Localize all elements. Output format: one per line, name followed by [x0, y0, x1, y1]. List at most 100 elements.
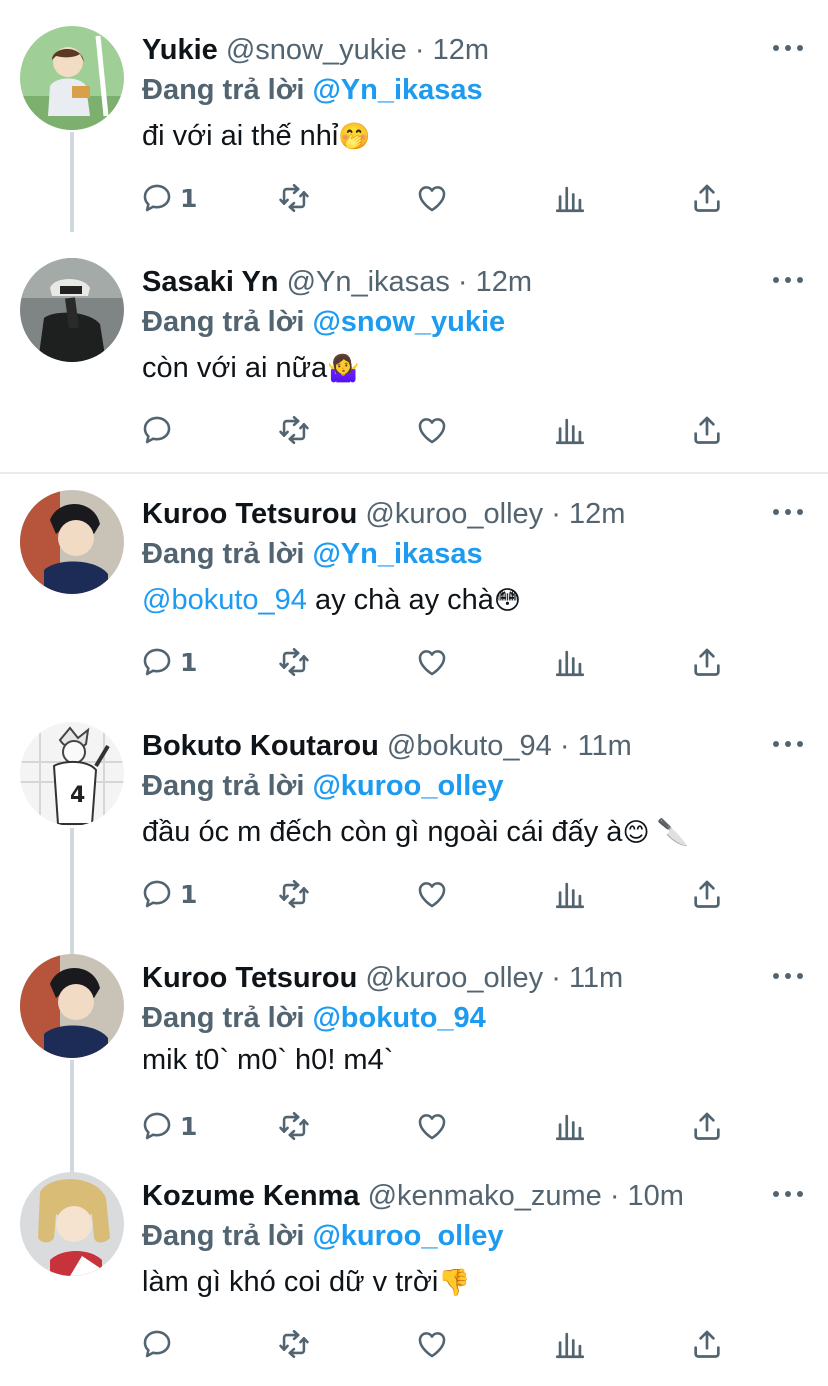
tweet-text: đi với ai thế nhỉ🤭: [142, 114, 371, 158]
tweet[interactable]: Kozume Kenma @kenmako_zume · 10m Đang tr…: [0, 1164, 828, 1384]
user-handle[interactable]: @kenmako_zume: [368, 1180, 602, 1212]
timestamp[interactable]: 12m: [569, 498, 625, 530]
share-icon: [690, 1109, 724, 1143]
tweet-text: đầu óc m đếch còn gì ngoài cái đấy à😊 🔪: [142, 810, 689, 854]
more-options-icon[interactable]: [770, 500, 806, 524]
user-handle[interactable]: @Yn_ikasas: [287, 266, 450, 298]
tweet[interactable]: Sasaki Yn @Yn_ikasas · 12m Đang trả lời …: [0, 250, 828, 470]
reply-button[interactable]: 1: [140, 874, 197, 914]
more-options-icon[interactable]: [770, 268, 806, 292]
reply-to-handle[interactable]: @Yn_ikasas: [312, 538, 482, 570]
retweet-button[interactable]: [277, 410, 311, 450]
avatar[interactable]: [20, 954, 124, 1058]
reply-button[interactable]: [140, 1324, 180, 1364]
tweet[interactable]: Yukie @snow_yukie · 12m Đang trả lời @Yn…: [0, 18, 828, 238]
analytics-button[interactable]: [553, 178, 587, 218]
tweet[interactable]: 4 Bokuto Koutarou @bokuto_94 · 11m Đang …: [0, 714, 828, 934]
share-button[interactable]: [690, 410, 724, 450]
replying-to: Đang trả lời @snow_yukie: [142, 302, 505, 342]
reply-to-handle[interactable]: @bokuto_94: [312, 1002, 485, 1034]
more-options-icon[interactable]: [770, 964, 806, 988]
avatar[interactable]: [20, 258, 124, 362]
user-handle[interactable]: @bokuto_94: [387, 730, 552, 762]
like-button[interactable]: [415, 642, 449, 682]
reply-button[interactable]: [140, 410, 180, 450]
share-button[interactable]: [690, 874, 724, 914]
display-name[interactable]: Bokuto Koutarou: [142, 730, 379, 762]
display-name[interactable]: Kozume Kenma: [142, 1180, 360, 1212]
avatar[interactable]: [20, 1172, 124, 1276]
reply-to-handle[interactable]: @kuroo_olley: [312, 1220, 503, 1252]
reply-button[interactable]: 1: [140, 178, 197, 218]
user-handle[interactable]: @kuroo_olley: [365, 962, 543, 994]
analytics-button[interactable]: [553, 1106, 587, 1146]
stats-icon: [553, 181, 587, 215]
display-name[interactable]: Sasaki Yn: [142, 266, 279, 298]
like-button[interactable]: [415, 1324, 449, 1364]
display-name[interactable]: Kuroo Tetsurou: [142, 962, 357, 994]
like-button[interactable]: [415, 178, 449, 218]
tweet[interactable]: Kuroo Tetsurou @kuroo_olley · 11m Đang t…: [0, 946, 828, 1166]
timestamp[interactable]: 12m: [476, 266, 532, 298]
like-button[interactable]: [415, 1106, 449, 1146]
avatar[interactable]: 4: [20, 722, 124, 826]
replying-to: Đang trả lời @kuroo_olley: [142, 766, 504, 806]
display-name[interactable]: Yukie: [142, 34, 218, 66]
tweet-header: Yukie @snow_yukie · 12m: [142, 30, 489, 70]
analytics-button[interactable]: [553, 410, 587, 450]
retweet-button[interactable]: [277, 874, 311, 914]
user-handle[interactable]: @snow_yukie: [226, 34, 407, 66]
reply-button[interactable]: 1: [140, 1106, 197, 1146]
timestamp[interactable]: 12m: [433, 34, 489, 66]
heart-icon: [415, 1327, 449, 1361]
reply-button[interactable]: 1: [140, 642, 197, 682]
user-handle[interactable]: @kuroo_olley: [365, 498, 543, 530]
reply-to-handle[interactable]: @kuroo_olley: [312, 770, 503, 802]
reply-to-handle[interactable]: @snow_yukie: [312, 306, 505, 338]
share-button[interactable]: [690, 178, 724, 218]
retweet-button[interactable]: [277, 1106, 311, 1146]
timestamp[interactable]: 10m: [628, 1180, 684, 1212]
share-button[interactable]: [690, 642, 724, 682]
retweet-button[interactable]: [277, 178, 311, 218]
replying-to-label: Đang trả lời: [142, 1220, 305, 1252]
avatar[interactable]: [20, 490, 124, 594]
analytics-button[interactable]: [553, 1324, 587, 1364]
tweet-text-content: ay chà ay chà: [306, 584, 494, 616]
more-options-icon[interactable]: [770, 1182, 806, 1206]
tweet-header: Kozume Kenma @kenmako_zume · 10m: [142, 1176, 684, 1216]
reply-icon: [140, 877, 174, 911]
tweet-text-content: mik t0` m0` h0! m4`: [142, 1044, 394, 1076]
heart-icon: [415, 877, 449, 911]
retweet-button[interactable]: [277, 1324, 311, 1364]
more-options-icon[interactable]: [770, 36, 806, 60]
retweet-icon: [277, 1109, 311, 1143]
replying-to: Đang trả lời @kuroo_olley: [142, 1216, 504, 1256]
tweet[interactable]: Kuroo Tetsurou @kuroo_olley · 12m Đang t…: [0, 482, 828, 702]
share-button[interactable]: [690, 1324, 724, 1364]
reply-to-handle[interactable]: @Yn_ikasas: [312, 74, 482, 106]
tweet-text: làm gì khó coi dữ v trời👎: [142, 1260, 471, 1304]
analytics-button[interactable]: [553, 642, 587, 682]
tweet-mention[interactable]: @bokuto_94: [142, 584, 307, 616]
analytics-button[interactable]: [553, 874, 587, 914]
replying-to-label: Đang trả lời: [142, 74, 305, 106]
share-icon: [690, 645, 724, 679]
separator: ·: [551, 730, 578, 762]
display-name[interactable]: Kuroo Tetsurou: [142, 498, 357, 530]
timestamp[interactable]: 11m: [569, 962, 623, 994]
more-options-icon[interactable]: [770, 732, 806, 756]
avatar[interactable]: [20, 26, 124, 130]
tweet-actions: 1: [0, 1106, 828, 1146]
like-button[interactable]: [415, 874, 449, 914]
tweet-actions: 1: [0, 178, 828, 218]
stats-icon: [553, 877, 587, 911]
svg-text:4: 4: [70, 783, 85, 808]
replying-to: Đang trả lời @Yn_ikasas: [142, 70, 483, 110]
tweet-text-content: đầu óc m đếch còn gì ngoài cái đấy à: [142, 816, 623, 848]
reply-count: 1: [180, 183, 198, 213]
retweet-button[interactable]: [277, 642, 311, 682]
like-button[interactable]: [415, 410, 449, 450]
share-button[interactable]: [690, 1106, 724, 1146]
timestamp[interactable]: 11m: [578, 730, 632, 762]
